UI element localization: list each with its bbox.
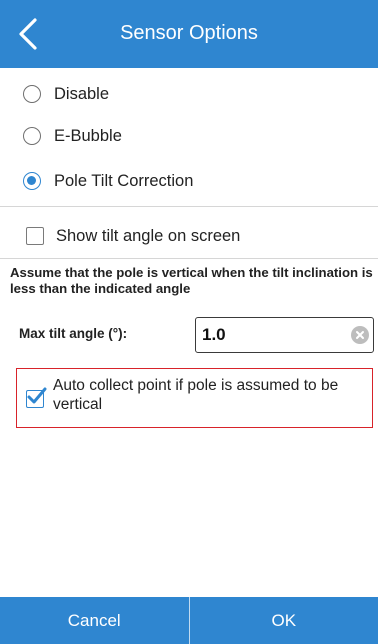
section-divider bbox=[0, 206, 378, 207]
radio-button-icon bbox=[23, 127, 41, 145]
footer-divider bbox=[188, 597, 190, 644]
ok-button[interactable]: OK bbox=[190, 597, 378, 644]
cancel-button[interactable]: Cancel bbox=[0, 597, 189, 644]
checkbox-unchecked-icon bbox=[26, 227, 44, 245]
radio-e-bubble[interactable]: E-Bubble bbox=[23, 121, 122, 151]
section-divider bbox=[0, 258, 378, 259]
checkmark-icon bbox=[27, 387, 47, 404]
auto-collect-label: Auto collect point if pole is assumed to… bbox=[53, 377, 339, 413]
footer-bar: Cancel OK bbox=[0, 597, 378, 644]
max-tilt-angle-label: Max tilt angle (°): bbox=[19, 326, 128, 341]
radio-label-disable: Disable bbox=[54, 84, 110, 103]
auto-collect-checkbox[interactable] bbox=[26, 387, 47, 408]
auto-collect-highlight: Auto collect point if pole is assumed to… bbox=[16, 368, 373, 428]
radio-selected-icon bbox=[23, 172, 41, 190]
max-tilt-angle-input[interactable]: 1.0 bbox=[195, 317, 374, 353]
page-title: Sensor Options bbox=[120, 22, 258, 44]
show-tilt-angle-checkbox[interactable]: Show tilt angle on screen bbox=[26, 221, 240, 251]
radio-label-pole-tilt-correction: Pole Tilt Correction bbox=[54, 171, 194, 190]
max-tilt-angle-value[interactable]: 1.0 bbox=[202, 325, 226, 345]
radio-button-icon bbox=[23, 85, 41, 103]
radio-label-e-bubble: E-Bubble bbox=[54, 126, 122, 145]
clear-icon[interactable] bbox=[351, 326, 369, 344]
app-header: Sensor Options bbox=[0, 0, 378, 68]
radio-disable[interactable]: Disable bbox=[23, 79, 109, 109]
show-tilt-angle-label: Show tilt angle on screen bbox=[56, 226, 241, 245]
tilt-note: Assume that the pole is vertical when th… bbox=[10, 265, 373, 296]
radio-pole-tilt-correction[interactable]: Pole Tilt Correction bbox=[23, 166, 193, 196]
